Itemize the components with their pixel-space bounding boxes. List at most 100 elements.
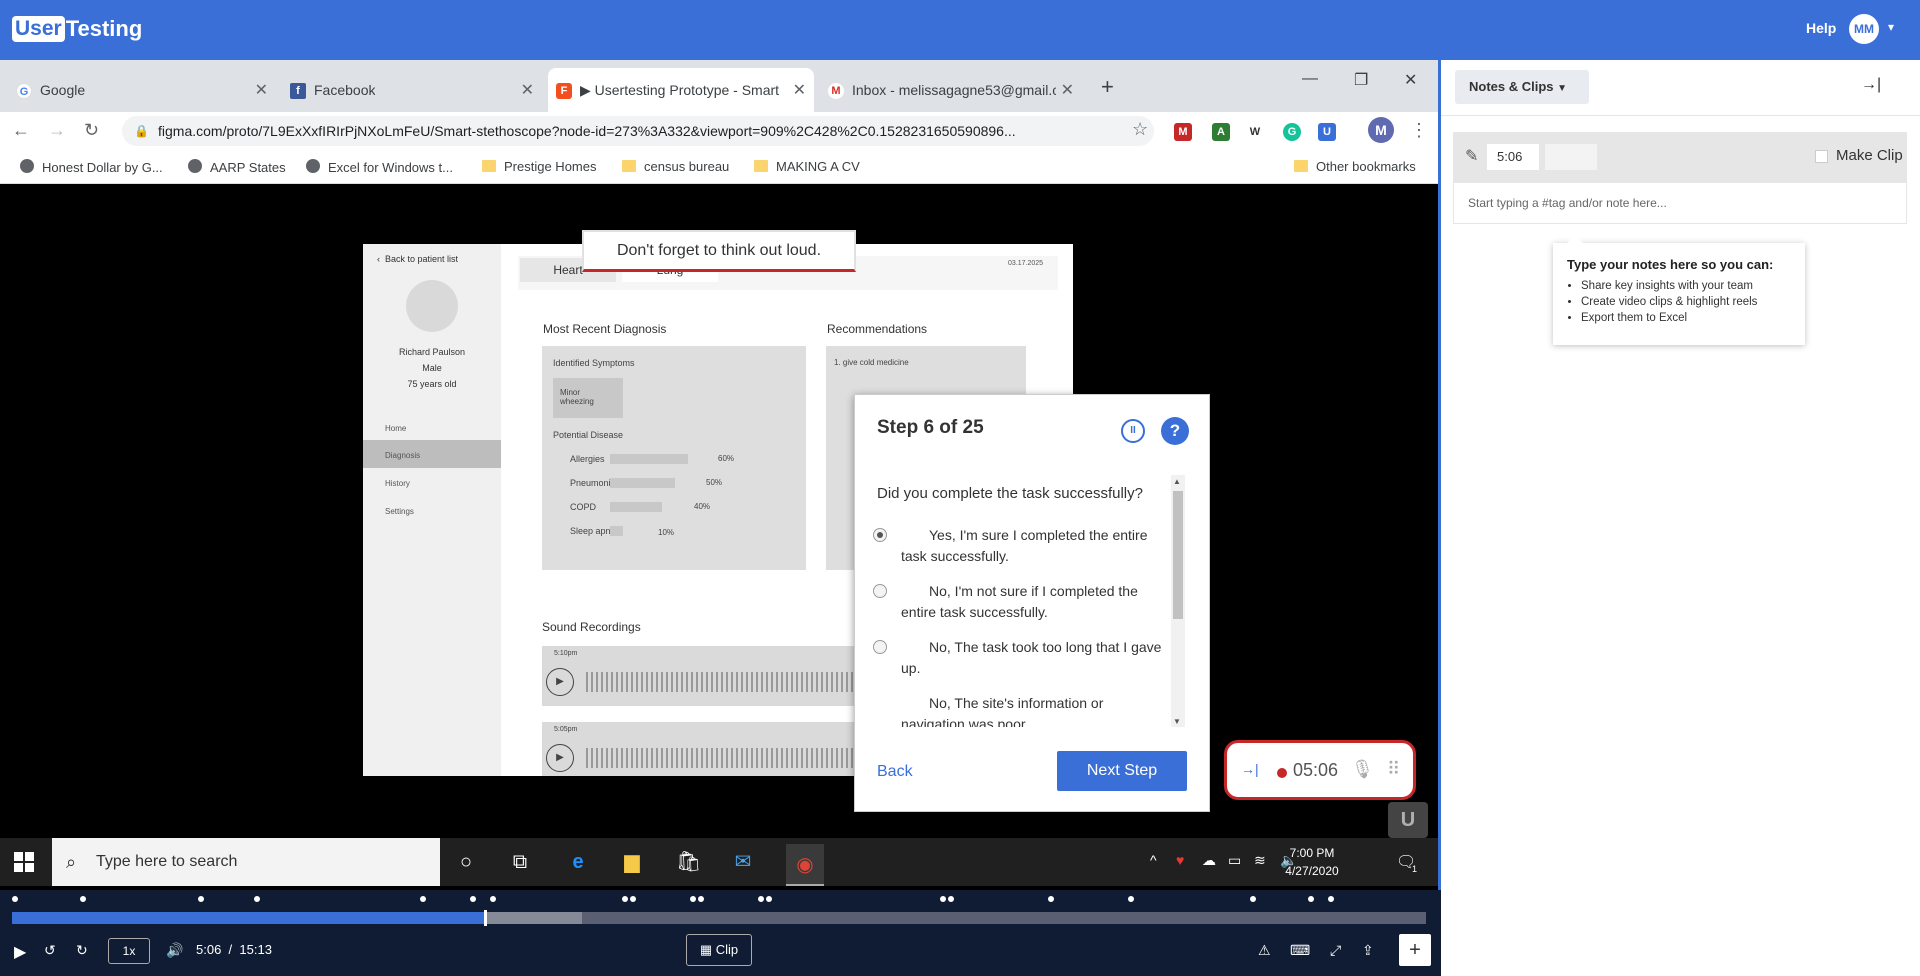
close-tab-icon[interactable]: ✕ xyxy=(793,80,806,100)
play-icon[interactable]: ▶ xyxy=(546,744,574,772)
drag-handle-icon[interactable]: ⠿ xyxy=(1387,759,1400,780)
note-marker[interactable] xyxy=(12,896,18,902)
mcafee-extension-icon[interactable]: M xyxy=(1174,123,1192,141)
battery-icon[interactable]: ▭ xyxy=(1228,852,1241,869)
file-explorer-icon[interactable]: ▆ xyxy=(620,850,644,874)
close-tab-icon[interactable]: ✕ xyxy=(255,80,268,100)
proto-nav-home[interactable]: Home xyxy=(385,424,406,433)
note-marker[interactable] xyxy=(1048,896,1054,902)
note-marker[interactable] xyxy=(690,896,696,902)
answer-option[interactable]: No, I'm not sure if I completed the enti… xyxy=(873,581,1171,623)
note-marker[interactable] xyxy=(420,896,426,902)
note-timestamp[interactable]: 5:06 xyxy=(1487,144,1539,170)
note-marker[interactable] xyxy=(490,896,496,902)
answer-option[interactable]: Yes, I'm sure I completed the entire tas… xyxy=(873,525,1171,567)
window-close-icon[interactable]: ✕ xyxy=(1404,70,1417,90)
tab-gmail[interactable]: M Inbox - melissagagne53@gmail.c ✕ xyxy=(820,68,1082,112)
note-marker[interactable] xyxy=(630,896,636,902)
grammarly-extension-icon[interactable]: G xyxy=(1283,123,1301,141)
notes-clips-dropdown[interactable]: Notes & Clips ▼ xyxy=(1455,70,1589,104)
recording-item[interactable]: 5:10pm ▶ xyxy=(542,646,862,706)
tab-google[interactable]: G Google ✕ xyxy=(8,68,276,112)
forward-5-icon[interactable]: ↻ xyxy=(76,942,88,959)
tab-figma-prototype[interactable]: F ▶ Usertesting Prototype - Smart ✕ xyxy=(548,68,814,112)
note-marker[interactable] xyxy=(758,896,764,902)
clip-button[interactable]: ▦ Clip xyxy=(686,934,752,966)
play-icon[interactable]: ▶ xyxy=(14,942,26,962)
pause-icon[interactable]: II xyxy=(1121,419,1145,443)
user-avatar[interactable]: MM xyxy=(1849,14,1879,44)
cortana-icon[interactable]: ○ xyxy=(454,850,478,874)
volume-icon[interactable]: 🔊 xyxy=(166,942,183,959)
answer-option[interactable]: No, The site's information or navigation… xyxy=(901,693,1171,727)
usertesting-extension-icon[interactable]: U xyxy=(1318,123,1336,141)
reload-icon[interactable]: ↻ xyxy=(84,120,99,141)
browser-menu-icon[interactable]: ⋮ xyxy=(1410,120,1428,141)
bookmark-item[interactable]: Honest Dollar by G... xyxy=(20,159,163,175)
recording-item[interactable]: 5:05pm ▶ xyxy=(542,722,862,776)
add-note-button[interactable]: + xyxy=(1399,934,1431,966)
proto-nav-diagnosis[interactable]: Diagnosis xyxy=(385,451,420,460)
keyboard-icon[interactable]: ⌨ xyxy=(1290,942,1310,959)
answer-option[interactable]: No, The task took too long that I gave u… xyxy=(873,637,1171,679)
other-bookmarks[interactable]: Other bookmarks xyxy=(1294,159,1416,174)
note-marker[interactable] xyxy=(940,896,946,902)
warning-icon[interactable]: ⚠ xyxy=(1258,942,1271,959)
note-marker[interactable] xyxy=(1250,896,1256,902)
close-tab-icon[interactable]: ✕ xyxy=(521,80,534,100)
note-marker[interactable] xyxy=(80,896,86,902)
edit-icon[interactable]: ✎ xyxy=(1465,146,1478,166)
note-marker[interactable] xyxy=(470,896,476,902)
scroll-up-icon[interactable]: ▲ xyxy=(1173,477,1181,486)
account-caret-icon[interactable]: ▾ xyxy=(1888,20,1894,34)
note-marker[interactable] xyxy=(254,896,260,902)
rewind-5-icon[interactable]: ↺ xyxy=(44,942,56,959)
playback-speed-button[interactable]: 1x xyxy=(108,938,150,964)
taskbar-search[interactable]: ⌕ Type here to search xyxy=(52,838,440,886)
close-tab-icon[interactable]: ✕ xyxy=(1061,80,1074,100)
note-marker[interactable] xyxy=(1328,896,1334,902)
note-marker[interactable] xyxy=(622,896,628,902)
scroll-down-icon[interactable]: ▼ xyxy=(1173,717,1181,726)
proto-nav-history[interactable]: History xyxy=(385,479,410,488)
windows-start-icon[interactable] xyxy=(14,852,34,872)
radio-button[interactable] xyxy=(873,640,887,654)
task-view-icon[interactable]: ⧉ xyxy=(508,850,532,874)
new-tab-icon[interactable]: + xyxy=(1101,74,1114,100)
help-link[interactable]: Help xyxy=(1806,20,1836,36)
chrome-icon[interactable]: ◉ xyxy=(786,844,824,886)
fullscreen-icon[interactable]: ⤢ xyxy=(1330,942,1341,959)
bookmark-item[interactable]: Excel for Windows t... xyxy=(306,159,453,175)
back-to-patient-list[interactable]: ‹ Back to patient list xyxy=(377,254,458,264)
store-icon[interactable]: 🛍 xyxy=(676,850,701,874)
wikipedia-extension-icon[interactable]: W xyxy=(1246,123,1264,141)
forward-arrow-icon[interactable]: → xyxy=(48,120,66,141)
taskbar-clock[interactable]: 7:00 PM 4/27/2020 xyxy=(1282,844,1342,880)
bookmark-star-icon[interactable]: ☆ xyxy=(1132,119,1148,140)
wifi-icon[interactable]: ≋ xyxy=(1254,852,1266,869)
note-marker[interactable] xyxy=(698,896,704,902)
clip-end-time[interactable] xyxy=(1545,144,1597,170)
playhead[interactable] xyxy=(483,910,487,926)
make-clip-label[interactable]: Make Clip xyxy=(1836,147,1903,164)
make-clip-checkbox[interactable] xyxy=(1815,150,1828,163)
radio-button[interactable] xyxy=(873,528,887,542)
proto-nav-settings[interactable]: Settings xyxy=(385,507,414,516)
restore-icon[interactable]: ❐ xyxy=(1354,70,1368,90)
microphone-icon[interactable]: 🎙 xyxy=(1351,759,1374,780)
note-marker[interactable] xyxy=(198,896,204,902)
note-marker[interactable] xyxy=(766,896,772,902)
bookmark-folder[interactable]: census bureau xyxy=(622,159,729,174)
mcafee-tray-icon[interactable]: ♥ xyxy=(1176,852,1184,868)
usertesting-logo[interactable]: User Testing xyxy=(12,14,142,44)
next-step-button[interactable]: Next Step xyxy=(1057,751,1187,791)
video-progress-track[interactable] xyxy=(12,910,1426,926)
mail-icon[interactable]: ✉ xyxy=(731,850,755,874)
note-marker[interactable] xyxy=(1128,896,1134,902)
onedrive-icon[interactable]: ☁ xyxy=(1202,852,1216,869)
tab-facebook[interactable]: f Facebook ✕ xyxy=(282,68,542,112)
note-marker[interactable] xyxy=(1308,896,1314,902)
extension-icon[interactable]: A xyxy=(1212,123,1230,141)
url-field[interactable]: 🔒 figma.com/proto/7L9ExXxfIRIrPjNXoLmFeU… xyxy=(122,116,1154,146)
minimize-icon[interactable]: — xyxy=(1302,70,1318,88)
